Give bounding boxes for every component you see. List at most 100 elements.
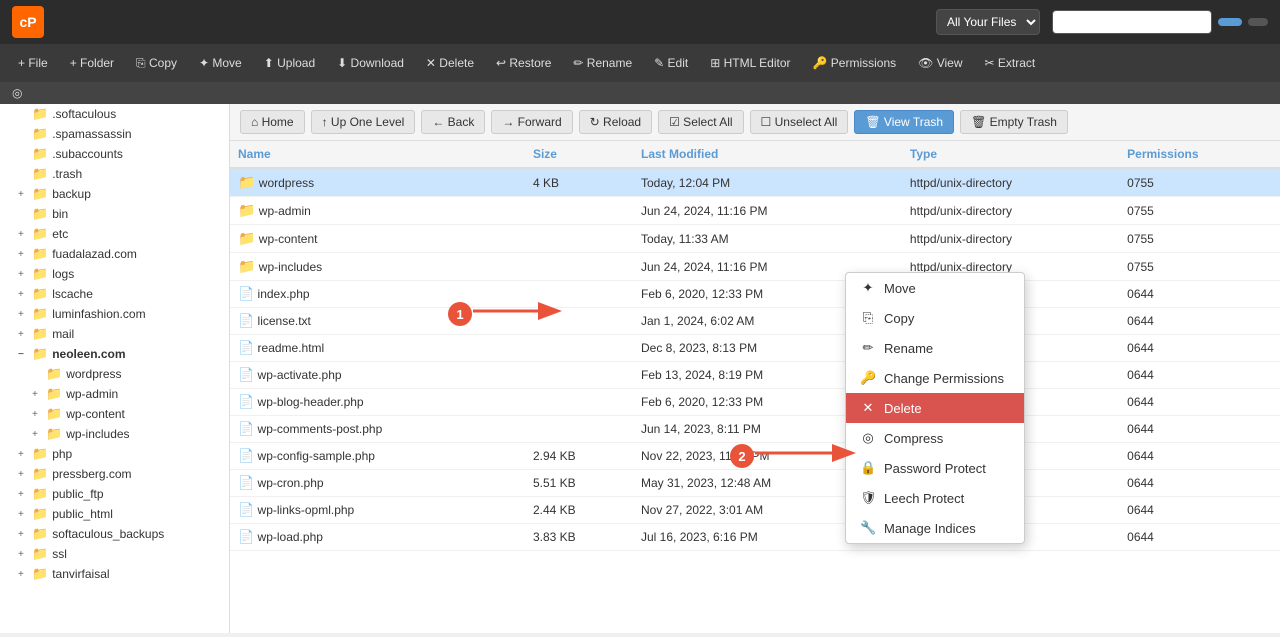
table-row[interactable]: 📁 wp-includes Jun 24, 2024, 11:16 PM htt…: [230, 253, 1280, 281]
view-trash-btn[interactable]: 🗑 View Trash: [854, 110, 954, 134]
rename-btn[interactable]: ✏ Rename: [563, 51, 642, 75]
cm-rename[interactable]: ✏ Rename: [846, 333, 1024, 363]
sidebar-item-wp-admin[interactable]: + 📁 wp-admin: [0, 384, 229, 404]
delete-btn[interactable]: ✕ Delete: [416, 51, 484, 75]
sidebar-item-php[interactable]: + 📁 php: [0, 444, 229, 464]
col-permissions[interactable]: Permissions: [1119, 141, 1280, 168]
sidebar-label: logs: [52, 267, 74, 281]
extract-btn[interactable]: ✂ Extract: [975, 51, 1046, 75]
cm-leech-protect[interactable]: 🛡 Leech Protect: [846, 483, 1024, 513]
up-level-btn[interactable]: ↑ Up One Level: [311, 110, 416, 134]
sidebar-label: mail: [52, 327, 74, 341]
cell-permissions: 0755: [1119, 168, 1280, 197]
sidebar-label: wordpress: [66, 367, 121, 381]
cm-password-protect[interactable]: 🔒 Password Protect: [846, 453, 1024, 483]
download-btn[interactable]: ⬇ Download: [327, 51, 414, 75]
top-bar: cP All Your Files: [0, 0, 1280, 44]
search-input[interactable]: [1052, 10, 1212, 34]
view-btn[interactable]: 👁 View: [908, 51, 972, 75]
sidebar-label: fuadalazad.com: [52, 247, 137, 261]
sidebar-item-luminfashion[interactable]: + 📁 luminfashion.com: [0, 304, 229, 324]
folder-icon: 📁: [32, 526, 48, 542]
upload-btn[interactable]: ⬆ Upload: [254, 51, 325, 75]
sidebar-item-public-ftp[interactable]: + 📁 public_ftp: [0, 484, 229, 504]
table-row[interactable]: 📄 wp-load.php 3.83 KB Jul 16, 2023, 6:16…: [230, 524, 1280, 551]
folder-icon: 📁: [32, 206, 48, 222]
go-button[interactable]: [1218, 18, 1242, 26]
unselect-all-btn[interactable]: ☐ Unselect All: [750, 110, 849, 134]
sidebar-item-mail[interactable]: + 📁 mail: [0, 324, 229, 344]
table-row[interactable]: 📁 wordpress 4 KB Today, 12:04 PM httpd/u…: [230, 168, 1280, 197]
sidebar-item-subaccounts[interactable]: 📁 .subaccounts: [0, 144, 229, 164]
table-row[interactable]: 📄 index.php Feb 6, 2020, 12:33 PM text/x…: [230, 281, 1280, 308]
sidebar-item-etc[interactable]: + 📁 etc: [0, 224, 229, 244]
file-icon: 📄: [238, 286, 254, 301]
edit-btn[interactable]: ✎ Edit: [644, 51, 698, 75]
restore-btn[interactable]: ↩ Restore: [486, 51, 561, 75]
sidebar-item-fuadalazad[interactable]: + 📁 fuadalazad.com: [0, 244, 229, 264]
table-row[interactable]: 📄 wp-activate.php Feb 13, 2024, 8:19 PM …: [230, 362, 1280, 389]
sidebar-item-logs[interactable]: + 📁 logs: [0, 264, 229, 284]
table-row[interactable]: 📄 readme.html Dec 8, 2023, 8:13 PM text/…: [230, 335, 1280, 362]
file-name: index.php: [258, 287, 310, 301]
table-row[interactable]: 📄 wp-config-sample.php 2.94 KB Nov 22, 2…: [230, 443, 1280, 470]
sidebar-item-spamassassin[interactable]: 📁 .spamassassin: [0, 124, 229, 144]
sidebar-item-ssl[interactable]: + 📁 ssl: [0, 544, 229, 564]
table-row[interactable]: 📁 wp-content Today, 11:33 AM httpd/unix-…: [230, 225, 1280, 253]
copy-btn[interactable]: ⎘ Copy: [126, 51, 187, 76]
permissions-btn[interactable]: 🔑 Permissions: [803, 51, 907, 75]
cm-delete[interactable]: ✕ Delete: [846, 393, 1024, 423]
sidebar-item-trash[interactable]: 📁 .trash: [0, 164, 229, 184]
col-type[interactable]: Type: [902, 141, 1119, 168]
sidebar-item-wordpress[interactable]: 📁 wordpress: [0, 364, 229, 384]
sidebar-item-neoleen[interactable]: − 📁 neoleen.com: [0, 344, 229, 364]
table-row[interactable]: 📄 wp-blog-header.php Feb 6, 2020, 12:33 …: [230, 389, 1280, 416]
cm-copy[interactable]: ⎘ Copy: [846, 303, 1024, 333]
table-row[interactable]: 📄 license.txt Jan 1, 2024, 6:02 AM text/…: [230, 308, 1280, 335]
file-name: wp-links-opml.php: [258, 503, 355, 517]
col-size[interactable]: Size: [525, 141, 633, 168]
reload-btn[interactable]: ↻ Reload: [579, 110, 652, 134]
select-all-btn[interactable]: ☑ Select All: [658, 110, 743, 134]
table-row[interactable]: 📄 wp-cron.php 5.51 KB May 31, 2023, 12:4…: [230, 470, 1280, 497]
sidebar-item-wp-content[interactable]: + 📁 wp-content: [0, 404, 229, 424]
search-scope-select[interactable]: All Your Files: [936, 9, 1040, 35]
file-icon: 📄: [238, 529, 254, 544]
back-btn[interactable]: ← Back: [421, 110, 485, 134]
cm-permissions[interactable]: 🔑 Change Permissions: [846, 363, 1024, 393]
empty-trash-btn[interactable]: 🗑 Empty Trash: [960, 110, 1068, 134]
cell-size: 3.83 KB: [525, 524, 633, 551]
cell-name: 📄 wp-links-opml.php: [230, 497, 525, 524]
sidebar-item-tanvirfaisal[interactable]: + 📁 tanvirfaisal: [0, 564, 229, 584]
folder-icon: 📁: [32, 326, 48, 342]
home-btn[interactable]: ⌂ Home: [240, 110, 305, 134]
html-editor-btn[interactable]: ⊞ HTML Editor: [700, 51, 800, 75]
sidebar-item-wp-includes[interactable]: + 📁 wp-includes: [0, 424, 229, 444]
sidebar-item-softaculous[interactable]: 📁 .softaculous: [0, 104, 229, 124]
file-name: wp-blog-header.php: [258, 395, 364, 409]
col-name[interactable]: Name: [230, 141, 525, 168]
cell-modified: Today, 12:04 PM: [633, 168, 902, 197]
settings-button[interactable]: [1248, 18, 1268, 26]
cm-move[interactable]: ✦ Move: [846, 273, 1024, 303]
action-bar: ⌂ Home ↑ Up One Level ← Back → Forward ↻…: [230, 104, 1280, 141]
sidebar-item-public-html[interactable]: + 📁 public_html: [0, 504, 229, 524]
forward-btn[interactable]: → Forward: [491, 110, 572, 134]
sidebar-label: wp-content: [66, 407, 125, 421]
table-row[interactable]: 📁 wp-admin Jun 24, 2024, 11:16 PM httpd/…: [230, 197, 1280, 225]
cell-name: 📄 wp-config-sample.php: [230, 443, 525, 470]
cell-size: [525, 197, 633, 225]
sidebar-item-softaculous-backups[interactable]: + 📁 softaculous_backups: [0, 524, 229, 544]
table-row[interactable]: 📄 wp-links-opml.php 2.44 KB Nov 27, 2022…: [230, 497, 1280, 524]
new-file-btn[interactable]: + File: [8, 51, 58, 75]
sidebar-item-pressberg[interactable]: + 📁 pressberg.com: [0, 464, 229, 484]
table-row[interactable]: 📄 wp-comments-post.php Jun 14, 2023, 8:1…: [230, 416, 1280, 443]
cm-compress[interactable]: ◎ Compress: [846, 423, 1024, 453]
cm-manage-indices[interactable]: 🔧 Manage Indices: [846, 513, 1024, 543]
sidebar-item-bin[interactable]: 📁 bin: [0, 204, 229, 224]
move-btn[interactable]: ✦ Move: [189, 51, 252, 75]
sidebar-item-backup[interactable]: + 📁 backup: [0, 184, 229, 204]
col-modified[interactable]: Last Modified: [633, 141, 902, 168]
sidebar-item-lscache[interactable]: + 📁 lscache: [0, 284, 229, 304]
new-folder-btn[interactable]: + Folder: [60, 51, 124, 75]
